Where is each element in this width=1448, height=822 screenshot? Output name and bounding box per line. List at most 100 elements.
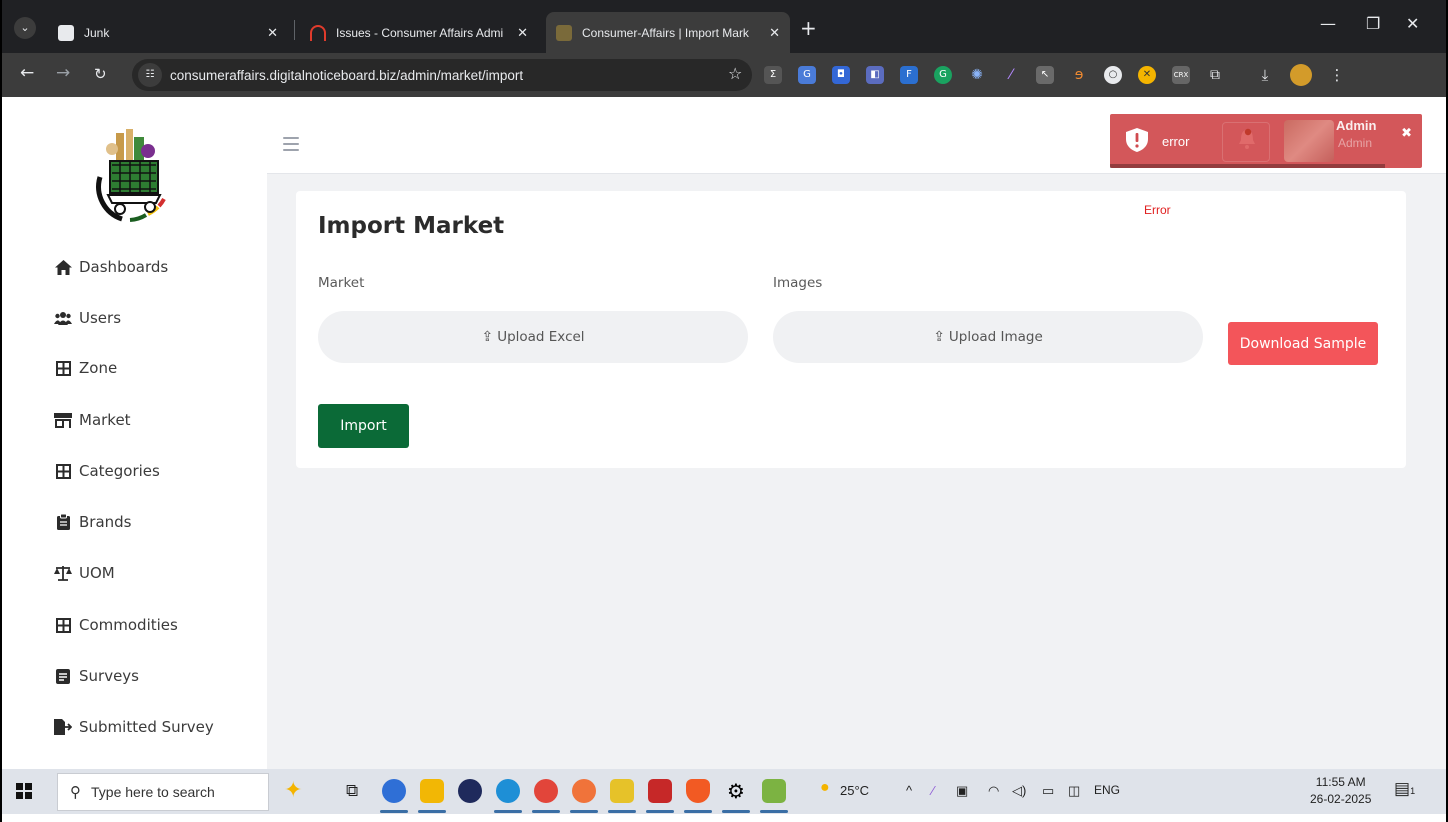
shield-alert-icon [1126,128,1148,152]
crx-extension-icon[interactable]: CRX [1172,66,1190,84]
frame-border-left [0,0,2,822]
window-extension-icon[interactable]: ◧ [866,66,884,84]
sidebar-item-categories[interactable]: Categories [54,459,160,483]
circle-extension-icon[interactable]: ○ [1104,66,1122,84]
windows-start-icon[interactable] [16,783,32,799]
display-icon[interactable]: ◫ [1068,783,1080,799]
fi-extension-icon[interactable]: F [900,66,918,84]
edge-icon[interactable] [494,779,522,813]
sidebar-item-label: Users [79,309,122,327]
restore-icon[interactable]: ❐ [1366,14,1380,33]
browser-tab-bar: ⌄ Junk ✕ Issues - Consumer Affairs Admi … [0,0,1448,53]
tab-search-button[interactable]: ⌄ [14,17,36,39]
weather-temp[interactable]: 25°C [840,783,869,798]
bookmark-star-icon[interactable]: ☆ [728,64,742,83]
form-icon [54,667,72,685]
grammarly-extension-icon[interactable]: G [934,66,952,84]
settings-gear-icon[interactable]: ⚙ [722,779,750,813]
upload-image-label: Upload Image [948,329,1043,345]
x-extension-icon[interactable]: ✕ [1138,66,1156,84]
sidebar-item-dashboards[interactable]: Dashboards [54,255,168,279]
download-sample-button[interactable]: Download Sample [1228,322,1378,365]
weather-icon[interactable]: ● [820,779,830,797]
upload-excel-button[interactable]: ⇪ Upload Excel [318,311,748,363]
upload-icon: ⇪ [933,329,945,345]
chrome-icon[interactable] [532,779,560,813]
notification-center-icon[interactable]: ▤1 [1394,779,1415,799]
sidebar-item-surveys[interactable]: Surveys [54,664,139,688]
sidebar-item-users[interactable]: Users [54,306,121,330]
gear-extension-icon[interactable]: ✺ [968,66,986,84]
minimize-icon[interactable]: — [1320,14,1336,33]
pen-extension-icon[interactable]: ⁄ [1002,66,1020,84]
toast-message: error [1162,134,1190,149]
pen-tray-icon[interactable]: ⁄ [932,783,934,798]
brand-logo [96,129,166,222]
new-tab-button[interactable]: + [800,16,817,40]
images-label: Images [773,275,823,291]
firefox-icon[interactable] [570,779,598,813]
sidebar-item-label: Commodities [79,616,178,634]
sigma-extension-icon[interactable]: Σ [764,66,782,84]
battery-icon[interactable]: ▭ [1042,783,1054,799]
reload-icon[interactable]: ↻ [94,65,107,83]
eclipse-icon[interactable] [458,779,482,803]
download-icon[interactable]: ⤓ [1256,66,1274,84]
file-explorer-icon[interactable] [418,779,446,813]
close-window-icon[interactable]: ✕ [1406,14,1419,33]
editor-app-icon[interactable] [760,779,788,813]
taskbar-app-icon[interactable] [380,779,408,813]
show-hidden-icons[interactable]: ^ [906,783,912,798]
swirl-extension-icon[interactable]: ɘ [1070,66,1088,84]
sidebar-item-submitted-survey[interactable]: Submitted Survey [54,715,214,739]
tab-issues[interactable]: Issues - Consumer Affairs Admi ✕ [300,12,538,53]
wifi-icon[interactable]: ◠ [988,783,999,799]
brave-icon[interactable] [684,779,712,813]
taskbar-search-box[interactable]: ⚲ Type here to search [57,773,269,811]
back-icon[interactable]: ← [20,63,34,83]
close-tab-icon[interactable]: ✕ [769,25,780,41]
search-icon: ⚲ [70,783,81,801]
browser-menu-icon[interactable]: ⋮ [1328,66,1346,84]
toast-progress-bar [1110,164,1385,168]
profile-avatar-icon[interactable] [1290,64,1312,86]
bottom-strip [0,814,1448,822]
extensions-puzzle-icon[interactable]: ⧉ [1206,66,1224,84]
close-tab-icon[interactable]: ✕ [517,25,528,41]
home-icon [54,258,72,276]
hamburger-menu-icon[interactable] [283,137,299,155]
translate-extension-icon[interactable]: G [798,66,816,84]
tray-app-icon[interactable]: ▣ [956,783,968,799]
import-button[interactable]: Import [318,404,409,448]
tab-junk[interactable]: Junk ✕ [48,12,288,53]
close-toast-icon[interactable]: ✖ [1401,126,1412,141]
sidebar-item-zone[interactable]: Zone [54,356,117,380]
sidebar-item-market[interactable]: Market [54,408,131,432]
sidebar-item-uom[interactable]: UOM [54,561,115,585]
clock[interactable]: 11:55 AM 26-02-2025 [1310,774,1371,808]
error-text: Error [1144,203,1171,217]
copilot-sparkle-icon[interactable]: ✦ [284,777,302,803]
store-icon [54,411,72,429]
upload-image-button[interactable]: ⇪ Upload Image [773,311,1203,363]
language-indicator[interactable]: ENG [1094,783,1120,797]
cursor-extension-icon[interactable]: ↖ [1036,66,1054,84]
mcafee-icon[interactable] [646,779,674,813]
archive-app-icon[interactable] [608,779,636,813]
site-info-icon[interactable]: ☷ [138,63,162,87]
sidebar-item-label: Market [79,411,131,429]
sidebar-item-brands[interactable]: Brands [54,510,132,534]
forward-icon[interactable]: → [56,63,70,83]
sidebar-item-commodities[interactable]: Commodities [54,613,178,637]
user-avatar[interactable] [1284,120,1334,162]
sidebar-item-label: Brands [79,513,132,531]
users-icon [54,309,72,327]
tab-import-market[interactable]: Consumer-Affairs | Import Mark ✕ [546,12,790,53]
screen-extension-icon[interactable]: ◘ [832,66,850,84]
task-view-icon[interactable]: ⧉ [346,781,358,801]
sidebar-item-label: Dashboards [79,258,169,276]
address-bar[interactable]: ☷ consumeraffairs.digitalnoticeboard.biz… [132,59,752,91]
close-tab-icon[interactable]: ✕ [267,25,278,41]
volume-icon[interactable]: ◁) [1012,783,1026,799]
search-placeholder: Type here to search [91,784,215,800]
